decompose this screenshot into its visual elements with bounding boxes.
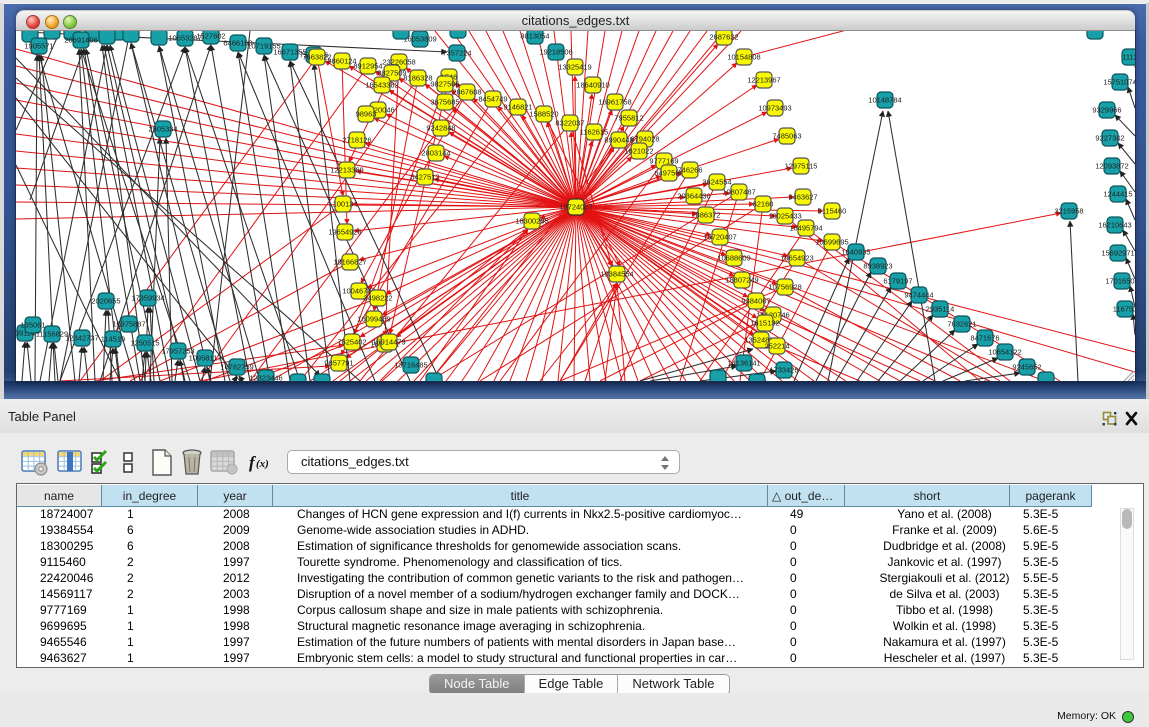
svg-text:(x): (x) bbox=[256, 458, 269, 470]
